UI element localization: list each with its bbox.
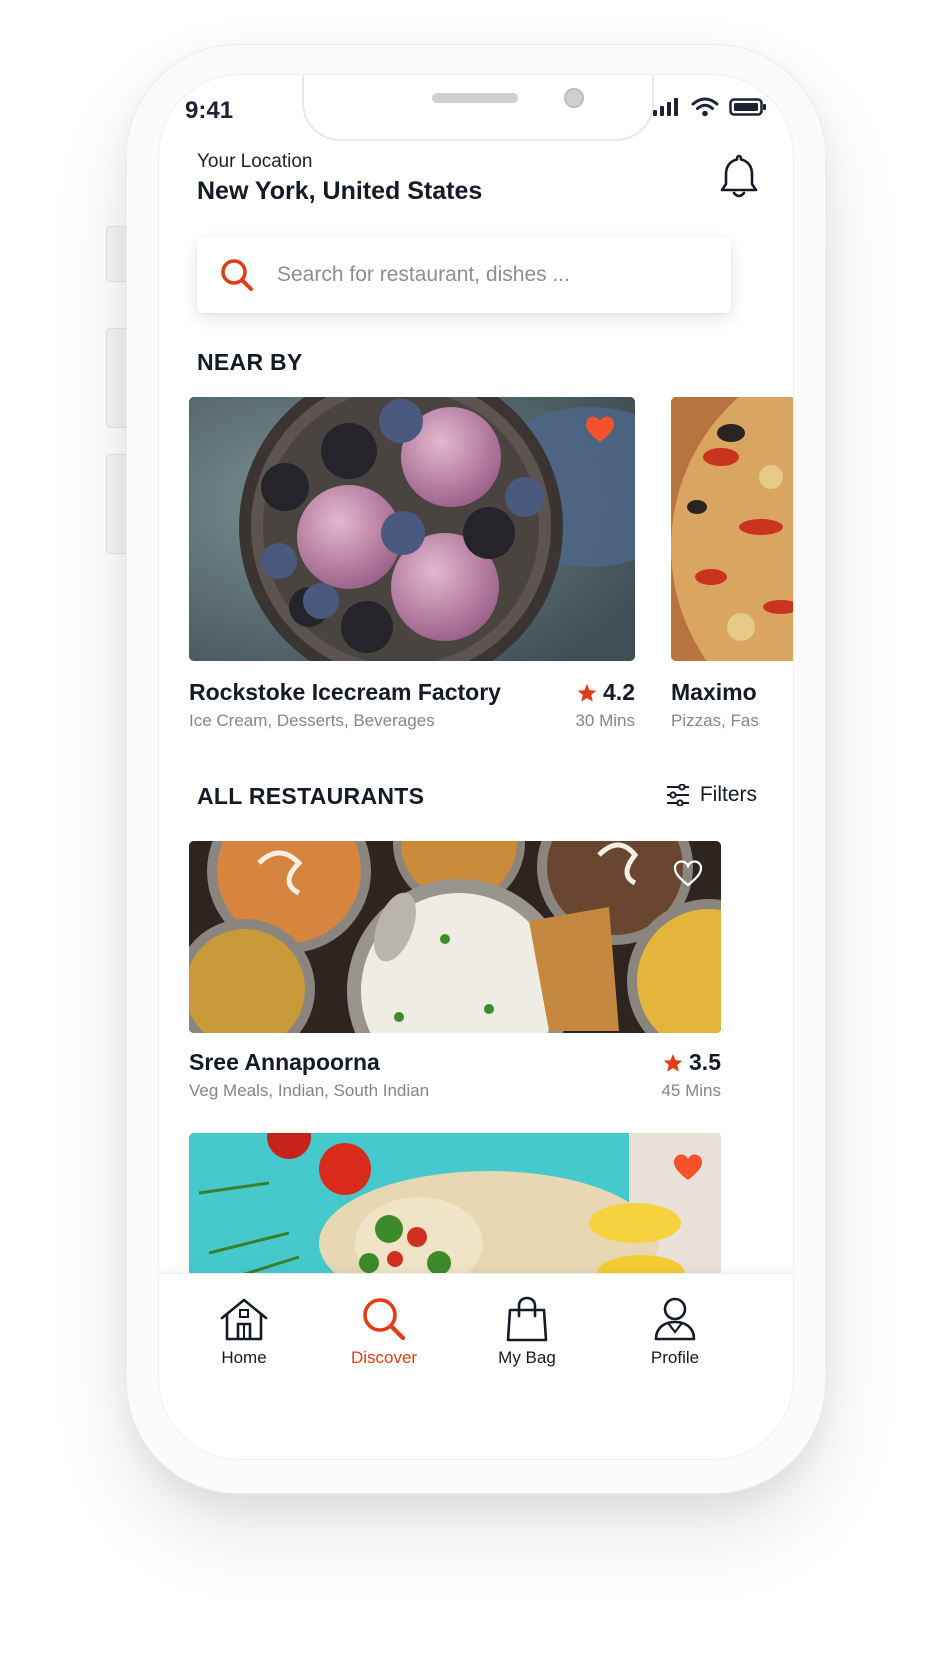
status-time: 9:41	[185, 97, 234, 124]
nav-label-profile: Profile	[650, 1348, 700, 1367]
bell-icon	[720, 154, 758, 198]
nearby-section-title: NEAR BY	[197, 349, 303, 375]
wrap-image	[189, 1133, 721, 1293]
search-input[interactable]	[275, 262, 705, 288]
restaurant-cuisines: Ice Cream, Desserts, Beverages	[189, 711, 435, 730]
nearby-card[interactable]: Maximo Pizzas, Fas	[671, 397, 793, 731]
heart-outline-icon[interactable]	[673, 859, 703, 889]
volume-up-button	[106, 328, 128, 428]
restaurant-photo	[671, 397, 793, 661]
filters-button[interactable]: Filters	[666, 783, 757, 807]
heart-icon[interactable]	[673, 1153, 703, 1183]
rating-value: 3.5	[689, 1049, 721, 1075]
mute-switch	[106, 226, 128, 282]
restaurant-photo	[189, 397, 635, 661]
thali-image	[189, 841, 721, 1033]
restaurant-name: Maximo	[671, 679, 757, 705]
rating-value: 4.2	[603, 679, 635, 705]
restaurant-card[interactable]	[189, 1133, 721, 1293]
restaurant-photo	[189, 1133, 721, 1293]
filters-icon	[666, 784, 689, 806]
nav-label-my-bag: My Bag	[498, 1348, 556, 1367]
icecream-bowl-image	[189, 397, 635, 661]
nav-item-home[interactable]: Home	[179, 1296, 309, 1368]
restaurant-card[interactable]: Sree Annapoorna Veg Meals, Indian, South…	[189, 841, 721, 1105]
star-icon	[663, 1053, 683, 1072]
restaurant-rating: 4.2	[577, 679, 635, 706]
bottom-navigation: Home Discover My Bag Profile	[159, 1273, 793, 1459]
cellular-signal-icon	[653, 98, 678, 116]
restaurant-name: Rockstoke Icecream Factory	[189, 679, 501, 705]
restaurant-cuisines: Veg Meals, Indian, South Indian	[189, 1081, 430, 1100]
delivery-time: 45 Mins	[661, 1081, 721, 1100]
location-value[interactable]: New York, United States	[197, 177, 482, 206]
earpiece-speaker	[432, 93, 518, 103]
restaurant-name: Sree Annapoorna	[189, 1049, 380, 1075]
pizza-image	[671, 397, 793, 661]
wifi-icon	[691, 97, 719, 117]
front-camera	[564, 88, 584, 108]
filters-label: Filters	[699, 783, 757, 806]
phone-notch	[302, 75, 654, 141]
nav-item-discover[interactable]: Discover	[319, 1296, 449, 1368]
profile-icon	[654, 1297, 696, 1341]
restaurant-photo	[189, 841, 721, 1033]
all-restaurants-title: ALL RESTAURANTS	[197, 783, 425, 809]
bag-icon	[506, 1296, 548, 1342]
location-caption: Your Location	[197, 151, 313, 172]
notifications-button[interactable]	[717, 151, 761, 201]
nearby-card[interactable]: Rockstoke Icecream Factory Ice Cream, De…	[189, 397, 635, 731]
nav-label-discover: Discover	[350, 1348, 418, 1367]
search-icon	[221, 259, 253, 291]
app-screen: 9:41 Your Location New York, United Stat…	[158, 74, 794, 1460]
restaurant-rating: 3.5	[663, 1049, 721, 1076]
nav-label-home: Home	[221, 1348, 267, 1367]
nav-item-my-bag[interactable]: My Bag	[462, 1296, 592, 1368]
search-bar[interactable]	[197, 237, 731, 313]
restaurant-cuisines: Pizzas, Fas	[671, 711, 759, 730]
volume-down-button	[106, 454, 128, 554]
home-icon	[220, 1298, 268, 1341]
battery-icon	[729, 98, 766, 116]
heart-icon[interactable]	[585, 415, 615, 445]
nav-item-profile[interactable]: Profile	[610, 1296, 740, 1368]
search-icon	[363, 1298, 406, 1341]
star-icon	[577, 683, 597, 702]
delivery-time: 30 Mins	[575, 711, 635, 730]
status-icons	[653, 97, 767, 117]
